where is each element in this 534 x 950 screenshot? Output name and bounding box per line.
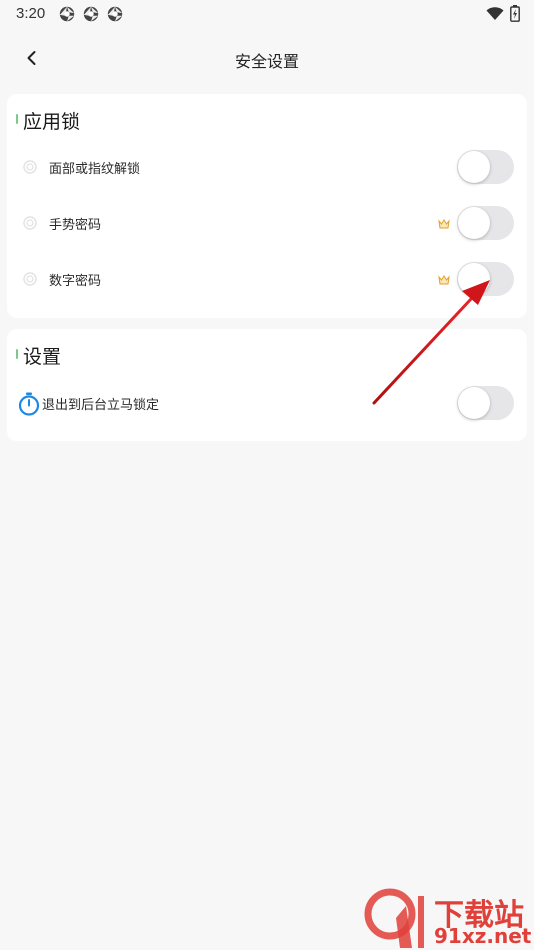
row-label: 面部或指纹解锁	[49, 162, 141, 177]
lock-on-background-toggle[interactable]	[457, 386, 514, 420]
status-bar: 3:20	[0, 0, 534, 28]
status-time: 3:20	[16, 5, 46, 22]
notification-icons	[58, 5, 124, 23]
toggle-knob	[458, 207, 490, 239]
watermark: 下载站 91xz.net	[362, 888, 534, 950]
row-lock-on-background[interactable]: 退出到后台立马锁定	[7, 382, 527, 426]
section-title-app-lock: 应用锁	[23, 111, 81, 133]
section-title-settings: 设置	[23, 346, 62, 368]
timer-icon	[18, 392, 40, 416]
system-icons	[486, 5, 520, 22]
row-label: 退出到后台立马锁定	[42, 398, 160, 413]
app-bar: 安全设置	[0, 38, 534, 82]
digit-password-toggle[interactable]	[457, 262, 514, 296]
face-fingerprint-toggle[interactable]	[457, 150, 514, 184]
row-face-fingerprint-unlock[interactable]: 面部或指纹解锁	[7, 146, 527, 190]
crown-icon	[438, 275, 450, 285]
toggle-knob	[458, 387, 490, 419]
gesture-password-toggle[interactable]	[457, 206, 514, 240]
row-gesture-password[interactable]: 手势密码	[7, 202, 527, 246]
toggle-knob	[458, 263, 490, 295]
wifi-icon	[486, 6, 504, 20]
app-lock-card: 应用锁 面部或指纹解锁 手势密码 数字密码	[7, 94, 527, 318]
battery-icon	[510, 5, 520, 22]
section-accent-bar	[16, 349, 18, 359]
gesture-icon	[23, 216, 37, 230]
section-accent-bar	[16, 114, 18, 124]
watermark-logo-icon	[364, 888, 424, 948]
crown-icon	[438, 219, 450, 229]
row-label: 数字密码	[49, 274, 102, 289]
aperture-icon	[107, 6, 123, 22]
watermark-domain: 91xz.net	[434, 924, 532, 948]
number-lock-icon	[23, 272, 37, 286]
settings-card: 设置 退出到后台立马锁定	[7, 329, 527, 441]
aperture-icon	[83, 6, 99, 22]
fingerprint-icon	[23, 160, 37, 174]
row-digit-password[interactable]: 数字密码	[7, 258, 527, 302]
row-label: 手势密码	[49, 218, 102, 233]
aperture-icon	[59, 6, 75, 22]
toggle-knob	[458, 151, 490, 183]
page-title: 安全设置	[234, 52, 299, 71]
